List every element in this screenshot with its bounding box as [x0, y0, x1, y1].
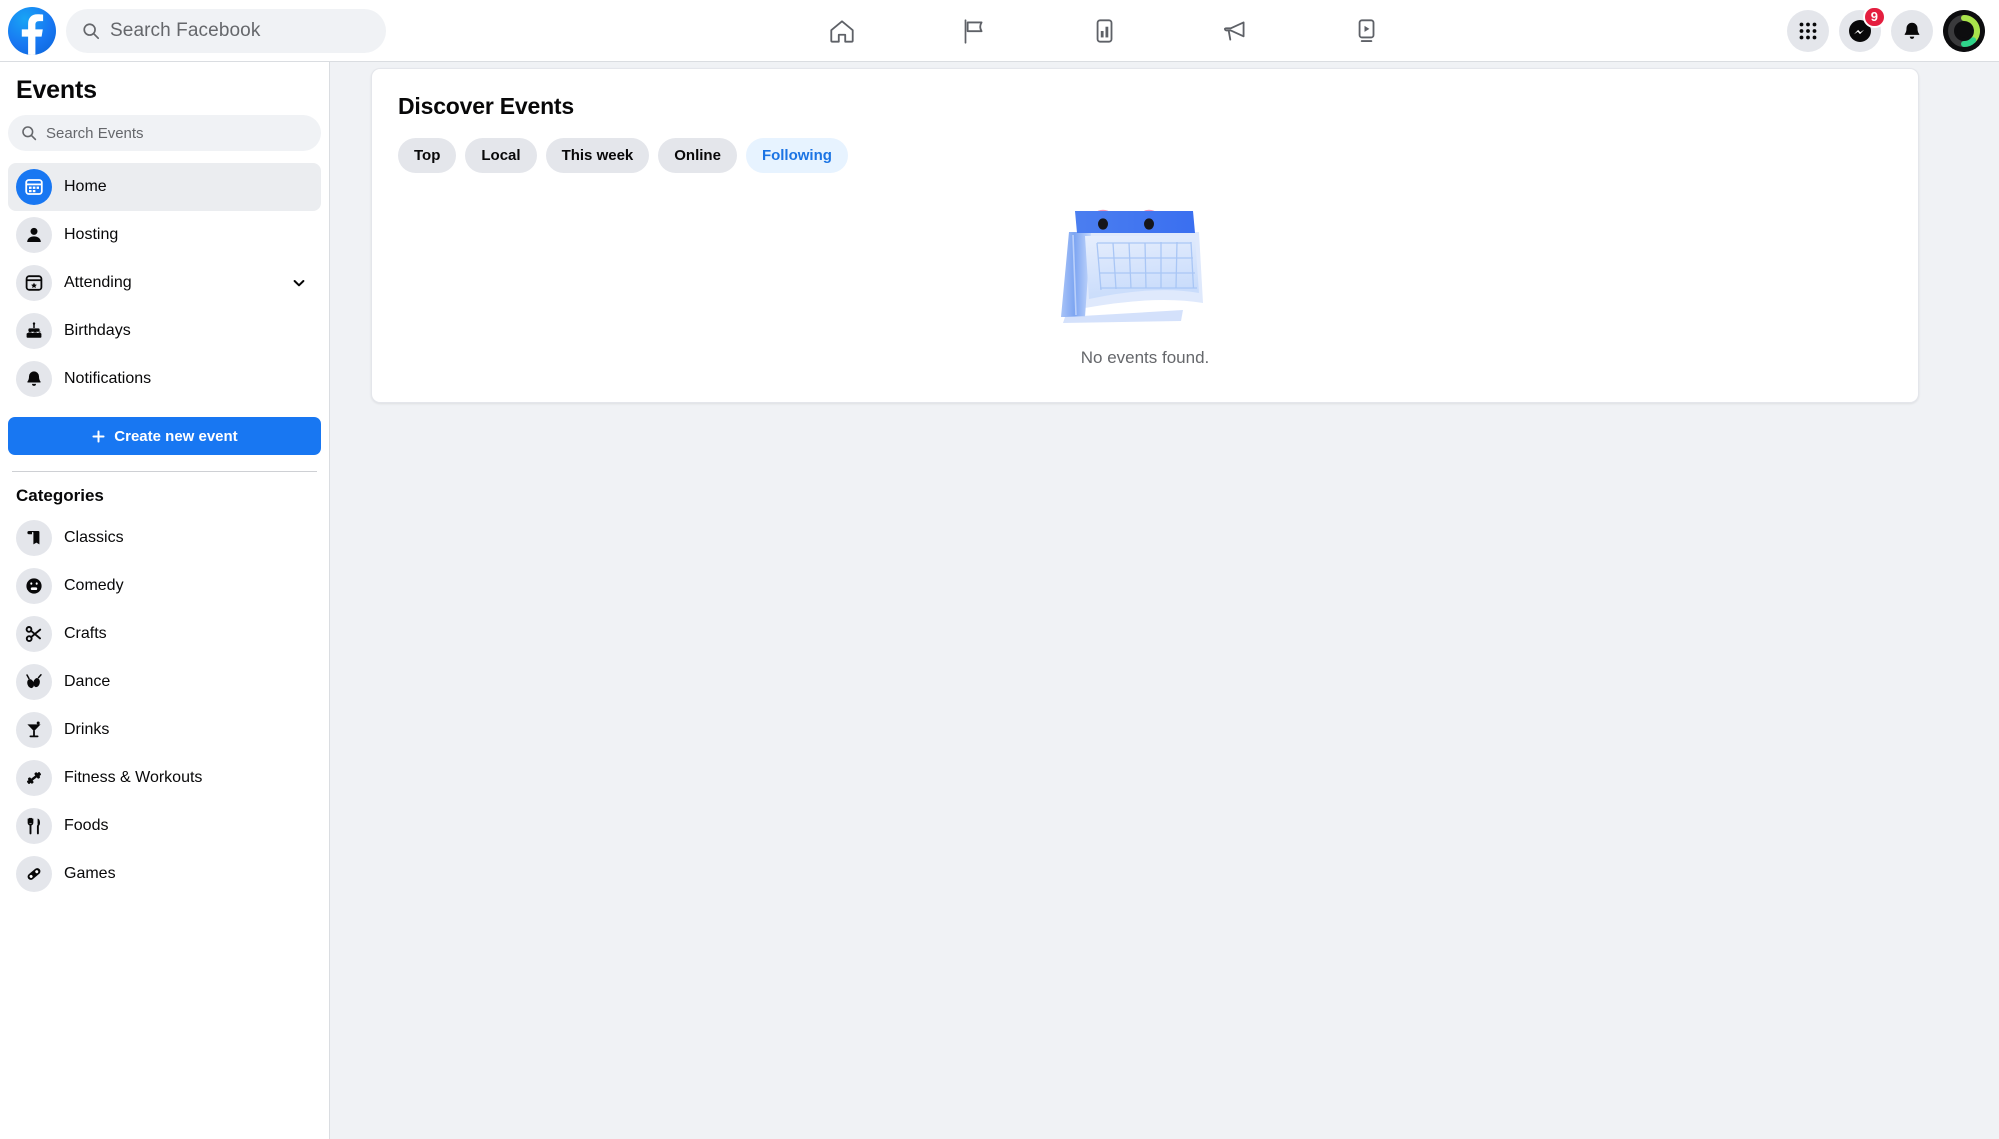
category-label: Classics: [64, 529, 124, 547]
nav-pages-button[interactable]: [907, 0, 1038, 62]
create-new-event-label: Create new event: [114, 428, 237, 445]
sidebar-item-hosting[interactable]: Hosting: [8, 211, 321, 259]
calendar-grid-icon: [16, 169, 52, 205]
cake-icon: [16, 313, 52, 349]
nav-insights-button[interactable]: [1038, 0, 1169, 62]
ballet-shoes-icon: [16, 664, 52, 700]
sidebar-item-label: Attending: [64, 274, 132, 292]
top-navigation-bar: Search Facebook: [0, 0, 1999, 62]
person-icon: [16, 217, 52, 253]
home-icon: [827, 16, 857, 46]
chart-bar-icon: [1089, 16, 1119, 46]
topbar-nav-group: [420, 0, 1787, 62]
flag-icon: [958, 16, 988, 46]
empty-state: No events found.: [396, 205, 1894, 372]
sidebar-item-attending[interactable]: Attending: [8, 259, 321, 307]
cocktail-icon: [16, 712, 52, 748]
grid-menu-button[interactable]: [1787, 10, 1829, 52]
filter-chip-top[interactable]: Top: [398, 138, 456, 173]
sidebar-item-home[interactable]: Home: [8, 163, 321, 211]
sidebar-divider: [12, 471, 317, 472]
facebook-logo[interactable]: [8, 7, 56, 55]
facebook-search-placeholder: Search Facebook: [110, 20, 260, 42]
megaphone-icon: [1220, 16, 1250, 46]
calendar-star-icon: [16, 265, 52, 301]
plus-icon: [91, 429, 106, 444]
notifications-button[interactable]: [1891, 10, 1933, 52]
account-avatar[interactable]: [1943, 10, 1985, 52]
bell-icon: [16, 361, 52, 397]
messenger-badge: 9: [1863, 6, 1886, 28]
categories-heading: Categories: [8, 482, 321, 514]
category-label: Drinks: [64, 721, 109, 739]
filter-chip-label: This week: [562, 147, 634, 164]
chevron-down-icon[interactable]: [291, 275, 307, 291]
sidebar-item-birthdays[interactable]: Birthdays: [8, 307, 321, 355]
filter-chip-online[interactable]: Online: [658, 138, 737, 173]
nav-ads-button[interactable]: [1169, 0, 1300, 62]
video-play-icon: [1351, 16, 1381, 46]
search-icon: [21, 125, 37, 141]
page-title: Discover Events: [396, 93, 1894, 120]
topbar-left-section: Search Facebook: [0, 7, 420, 55]
category-item-games[interactable]: Games: [8, 850, 321, 898]
category-item-fitness-workouts[interactable]: Fitness & Workouts: [8, 754, 321, 802]
grid-menu-icon: [1798, 21, 1818, 41]
sidebar-title: Events: [8, 62, 321, 115]
discover-events-card: Discover Events Top Local This week Onli…: [371, 68, 1919, 403]
filter-chip-local[interactable]: Local: [465, 138, 536, 173]
dumbbell-icon: [16, 760, 52, 796]
filter-chip-following[interactable]: Following: [746, 138, 848, 173]
bell-icon: [1901, 20, 1923, 42]
category-label: Games: [64, 865, 116, 883]
event-filter-chip-group: Top Local This week Online Following: [396, 138, 1894, 173]
sidebar-item-label: Hosting: [64, 226, 118, 244]
category-item-comedy[interactable]: Comedy: [8, 562, 321, 610]
category-item-foods[interactable]: Foods: [8, 802, 321, 850]
fork-knife-icon: [16, 808, 52, 844]
category-label: Fitness & Workouts: [64, 769, 202, 787]
sidebar-item-label: Birthdays: [64, 322, 131, 340]
events-sidebar: Events Search Events Home Hosting: [0, 62, 330, 1139]
scissors-icon: [16, 616, 52, 652]
facebook-search-input[interactable]: Search Facebook: [66, 9, 386, 53]
category-label: Comedy: [64, 577, 124, 595]
events-search-placeholder: Search Events: [46, 125, 144, 142]
nav-video-button[interactable]: [1300, 0, 1431, 62]
create-new-event-button[interactable]: Create new event: [8, 417, 321, 455]
sidebar-item-notifications[interactable]: Notifications: [8, 355, 321, 403]
filter-chip-this-week[interactable]: This week: [546, 138, 650, 173]
calendar-illustration: [1045, 205, 1245, 336]
category-label: Dance: [64, 673, 110, 691]
sidebar-item-label: Notifications: [64, 370, 151, 388]
messenger-button[interactable]: 9: [1839, 10, 1881, 52]
filter-chip-label: Local: [481, 147, 520, 164]
comedy-face-icon: [16, 568, 52, 604]
book-icon: [16, 520, 52, 556]
gamepad-icon: [16, 856, 52, 892]
category-item-drinks[interactable]: Drinks: [8, 706, 321, 754]
empty-state-message: No events found.: [1081, 348, 1210, 368]
category-label: Crafts: [64, 625, 107, 643]
main-content-area: Discover Events Top Local This week Onli…: [330, 62, 1999, 1139]
category-item-classics[interactable]: Classics: [8, 514, 321, 562]
category-item-crafts[interactable]: Crafts: [8, 610, 321, 658]
sidebar-item-label: Home: [64, 178, 107, 196]
nav-home-button[interactable]: [776, 0, 907, 62]
category-item-dance[interactable]: Dance: [8, 658, 321, 706]
filter-chip-label: Top: [414, 147, 440, 164]
category-label: Foods: [64, 817, 108, 835]
search-icon: [82, 22, 100, 40]
filter-chip-label: Following: [762, 147, 832, 164]
events-search-input[interactable]: Search Events: [8, 115, 321, 151]
topbar-actions-group: 9: [1787, 10, 1999, 52]
filter-chip-label: Online: [674, 147, 721, 164]
